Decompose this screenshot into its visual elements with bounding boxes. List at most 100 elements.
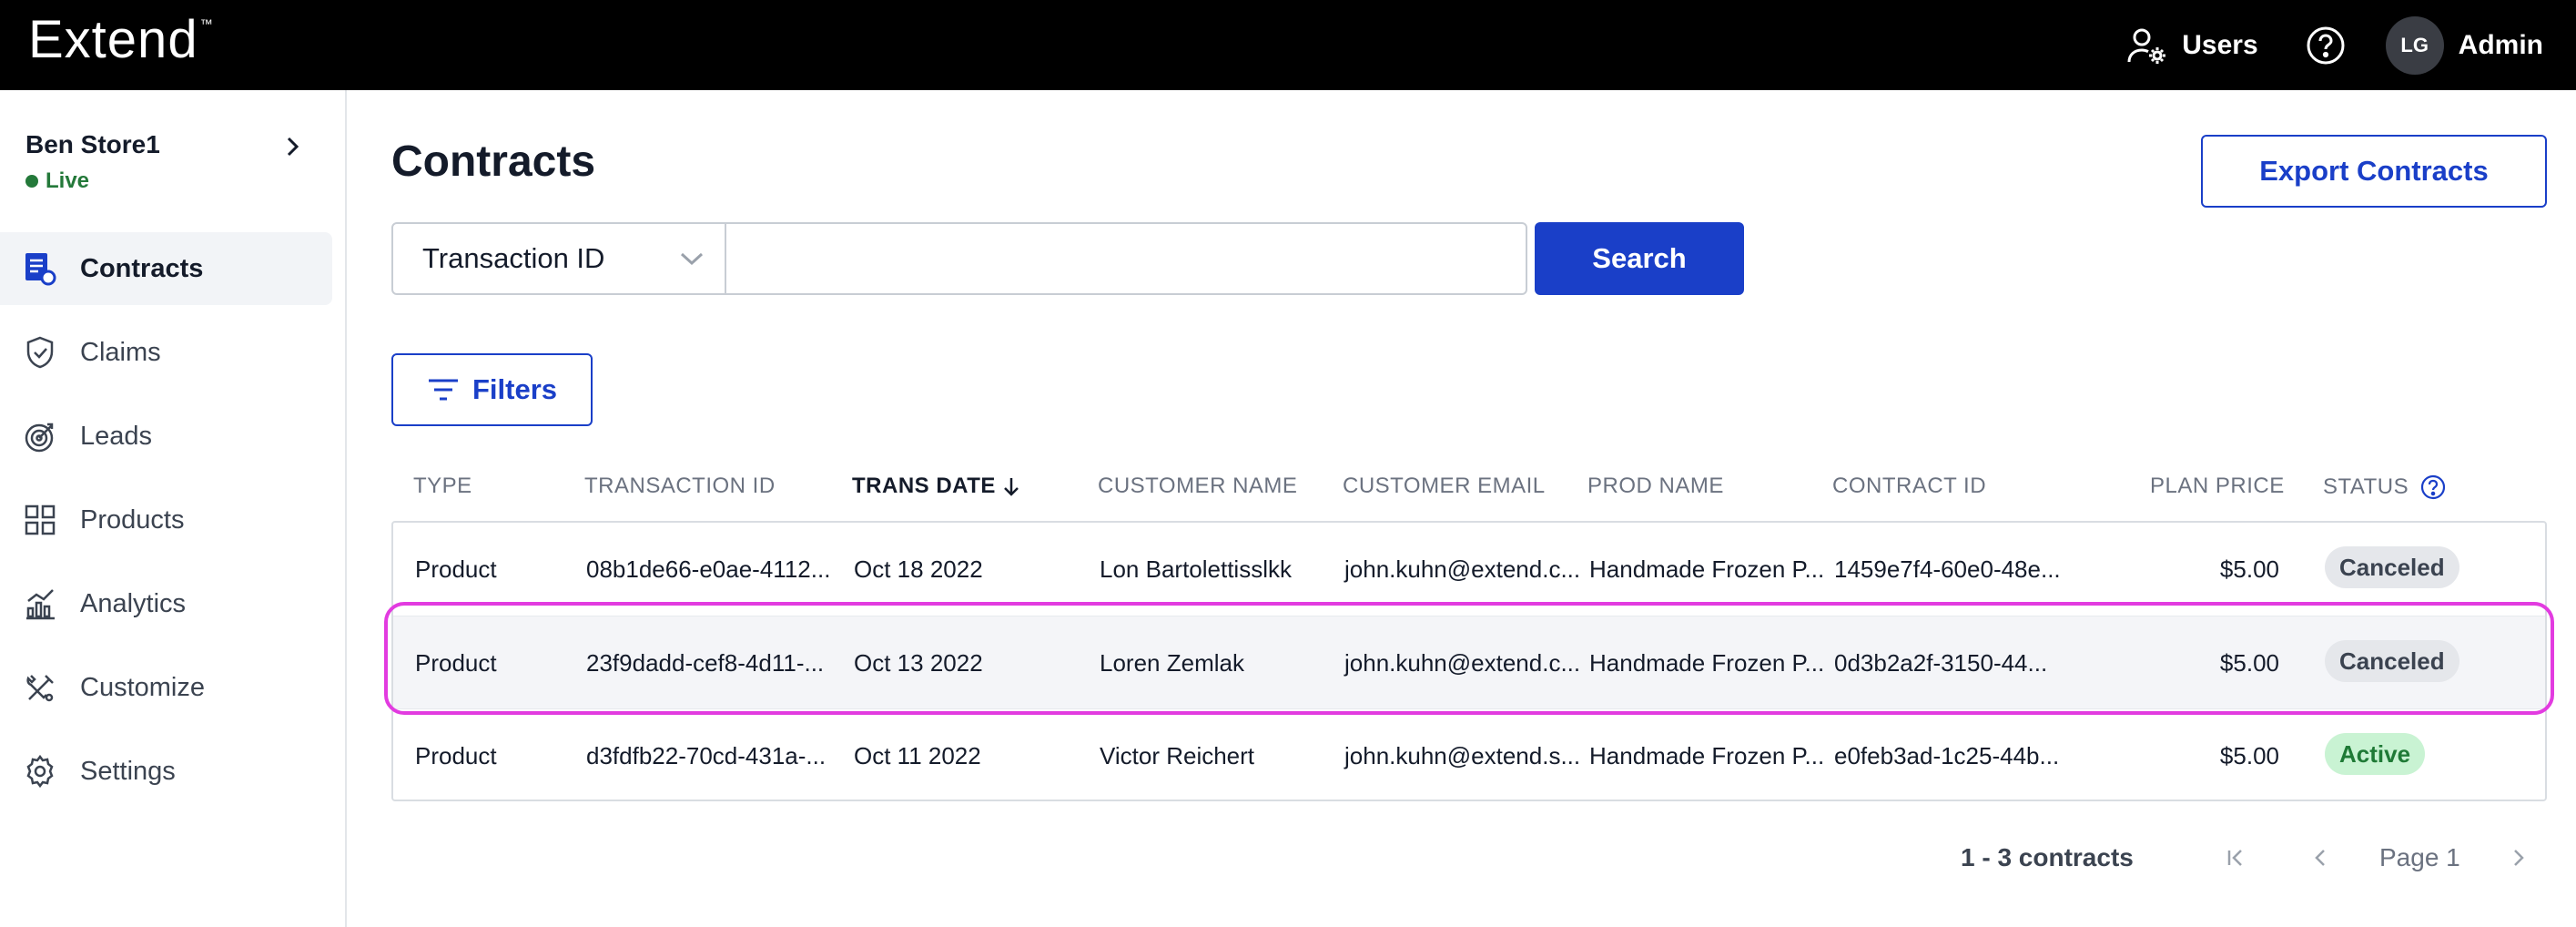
trademark-symbol: ™ <box>199 16 214 31</box>
sidebar-item-label: Claims <box>80 337 161 367</box>
search-button[interactable]: Search <box>1535 222 1744 295</box>
filters-button[interactable]: Filters <box>391 353 593 426</box>
sidebar-item-leads[interactable]: Leads <box>0 400 332 473</box>
leads-icon <box>25 423 54 453</box>
previous-page-button[interactable] <box>2303 840 2339 876</box>
gear-icon <box>26 754 54 789</box>
cell-transaction-id: 23f9dadd-cef8-4d11-... <box>586 649 825 677</box>
sidebar-item-label: Customize <box>80 672 205 702</box>
chevron-left-icon <box>2315 850 2325 866</box>
cell-transaction-id: 08b1de66-e0ae-4112... <box>586 555 831 583</box>
filters-label: Filters <box>472 373 558 405</box>
cell-plan-price: $5.00 <box>2219 649 2279 677</box>
chevron-right-icon <box>2514 850 2524 866</box>
column-header-label: STATUS <box>2323 474 2409 499</box>
sidebar-item-analytics[interactable]: Analytics <box>0 567 332 640</box>
export-contracts-button[interactable]: Export Contracts <box>2201 135 2547 208</box>
help-button[interactable] <box>2306 25 2346 66</box>
column-header-plan-price[interactable]: PLAN PRICE <box>2150 474 2285 499</box>
table-row[interactable]: Product 08b1de66-e0ae-4112... Oct 18 202… <box>393 523 2545 616</box>
sidebar-item-products[interactable]: Products <box>0 484 332 556</box>
column-header-trans-date[interactable]: TRANS DATE <box>852 474 1021 499</box>
search-field-select[interactable]: Transaction ID <box>391 222 726 295</box>
sidebar-item-contracts[interactable]: Contracts <box>0 232 332 305</box>
table-row[interactable]: Product d3fdfb22-70cd-431a-... Oct 11 20… <box>393 708 2545 801</box>
status-badge: Canceled <box>2325 546 2459 588</box>
users-button[interactable]: Users <box>2127 27 2258 64</box>
cell-customer-email: john.kuhn@extend.c... <box>1344 649 1581 677</box>
cell-contract-id: 0d3b2a2f-3150-44... <box>1834 649 2048 677</box>
column-header-customer-email[interactable]: CUSTOMER EMAIL <box>1343 474 1546 499</box>
tools-icon <box>26 675 54 702</box>
analytics-icon <box>26 589 55 620</box>
grid-icon <box>25 504 56 535</box>
sidebar: Ben Store1 Live Contracts Claims Leads P… <box>0 90 347 927</box>
first-page-icon <box>2227 850 2242 866</box>
store-name: Ben Store1 <box>25 130 160 158</box>
table-row[interactable]: Product 23f9dadd-cef8-4d11-... Oct 13 20… <box>393 616 2545 708</box>
first-page-button[interactable] <box>2217 840 2254 876</box>
avatar[interactable]: LG <box>2385 15 2444 75</box>
cell-trans-date: Oct 11 2022 <box>854 742 981 769</box>
status-badge: Active <box>2325 733 2426 775</box>
cell-customer-email: john.kuhn@extend.s... <box>1344 742 1581 769</box>
cell-plan-price: $5.00 <box>2219 555 2279 583</box>
sidebar-item-label: Settings <box>80 756 176 786</box>
live-status-dot <box>25 175 38 188</box>
sidebar-nav: Contracts Claims Leads Products Analytic… <box>0 232 332 819</box>
arrow-down-icon <box>1004 478 1019 496</box>
status-badge: Canceled <box>2325 640 2459 682</box>
cell-type: Product <box>415 555 497 583</box>
filter-icon <box>428 379 458 401</box>
shield-icon <box>26 336 54 369</box>
column-header-type[interactable]: TYPE <box>413 474 472 499</box>
cell-customer-name: Loren Zemlak <box>1100 649 1244 677</box>
cell-trans-date: Oct 13 2022 <box>854 649 983 677</box>
cell-plan-price: $5.00 <box>2219 742 2279 769</box>
cell-type: Product <box>415 649 497 677</box>
top-navigation-bar: Extend ™ Users LG Admin <box>0 0 2576 90</box>
column-header-transaction-id[interactable]: TRANSACTION ID <box>584 474 776 499</box>
cell-trans-date: Oct 18 2022 <box>854 555 983 583</box>
search-input[interactable] <box>725 222 1527 295</box>
sidebar-item-claims[interactable]: Claims <box>0 316 332 389</box>
account-menu-label[interactable]: Admin <box>2459 30 2543 61</box>
top-nav-actions: Users LG Admin <box>2127 0 2543 90</box>
search-field-select-value: Transaction ID <box>422 242 605 274</box>
sidebar-item-label: Leads <box>80 421 153 451</box>
user-settings-icon <box>2127 28 2166 64</box>
page-title: Contracts <box>391 138 596 186</box>
cell-customer-name: Lon Bartolettisslkk <box>1100 555 1292 583</box>
store-switcher[interactable]: Ben Store1 Live <box>25 130 160 194</box>
sidebar-item-customize[interactable]: Customize <box>0 651 332 724</box>
contracts-icon <box>25 253 56 286</box>
column-header-customer-name[interactable]: CUSTOMER NAME <box>1098 474 1297 499</box>
cell-prod-name: Handmade Frozen P... <box>1589 742 1825 769</box>
results-count: 1 - 3 contracts <box>1961 843 2134 871</box>
cell-prod-name: Handmade Frozen P... <box>1589 649 1825 677</box>
users-label: Users <box>2182 29 2258 60</box>
sidebar-item-label: Analytics <box>80 588 187 618</box>
column-header-prod-name[interactable]: PROD NAME <box>1587 474 1724 499</box>
page-indicator: Page 1 <box>2379 843 2460 871</box>
sidebar-item-label: Products <box>80 504 185 535</box>
cell-transaction-id: d3fdfb22-70cd-431a-... <box>586 742 827 769</box>
store-status: Live <box>25 168 160 194</box>
cell-contract-id: 1459e7f4-60e0-48e... <box>1834 555 2061 583</box>
table-header: TYPE TRANSACTION ID TRANS DATE CUSTOMER … <box>391 463 2547 512</box>
column-header-label: TRANS DATE <box>852 474 996 498</box>
help-circle-icon <box>2307 26 2345 64</box>
cell-customer-name: Victor Reichert <box>1100 742 1255 769</box>
chevron-right-icon[interactable] <box>281 134 303 159</box>
store-status-label: Live <box>46 168 90 193</box>
next-page-button[interactable] <box>2500 840 2536 876</box>
sidebar-item-settings[interactable]: Settings <box>0 735 332 808</box>
sidebar-item-label: Contracts <box>80 253 204 283</box>
column-header-contract-id[interactable]: CONTRACT ID <box>1832 474 1986 499</box>
extend-logo[interactable]: Extend ™ <box>28 9 214 70</box>
column-header-status[interactable]: STATUS <box>2323 474 2447 501</box>
help-circle-icon[interactable] <box>2419 474 2447 501</box>
cell-contract-id: e0feb3ad-1c25-44b... <box>1834 742 2060 769</box>
logo-text: Extend <box>28 10 198 69</box>
chevron-down-icon <box>680 252 704 266</box>
